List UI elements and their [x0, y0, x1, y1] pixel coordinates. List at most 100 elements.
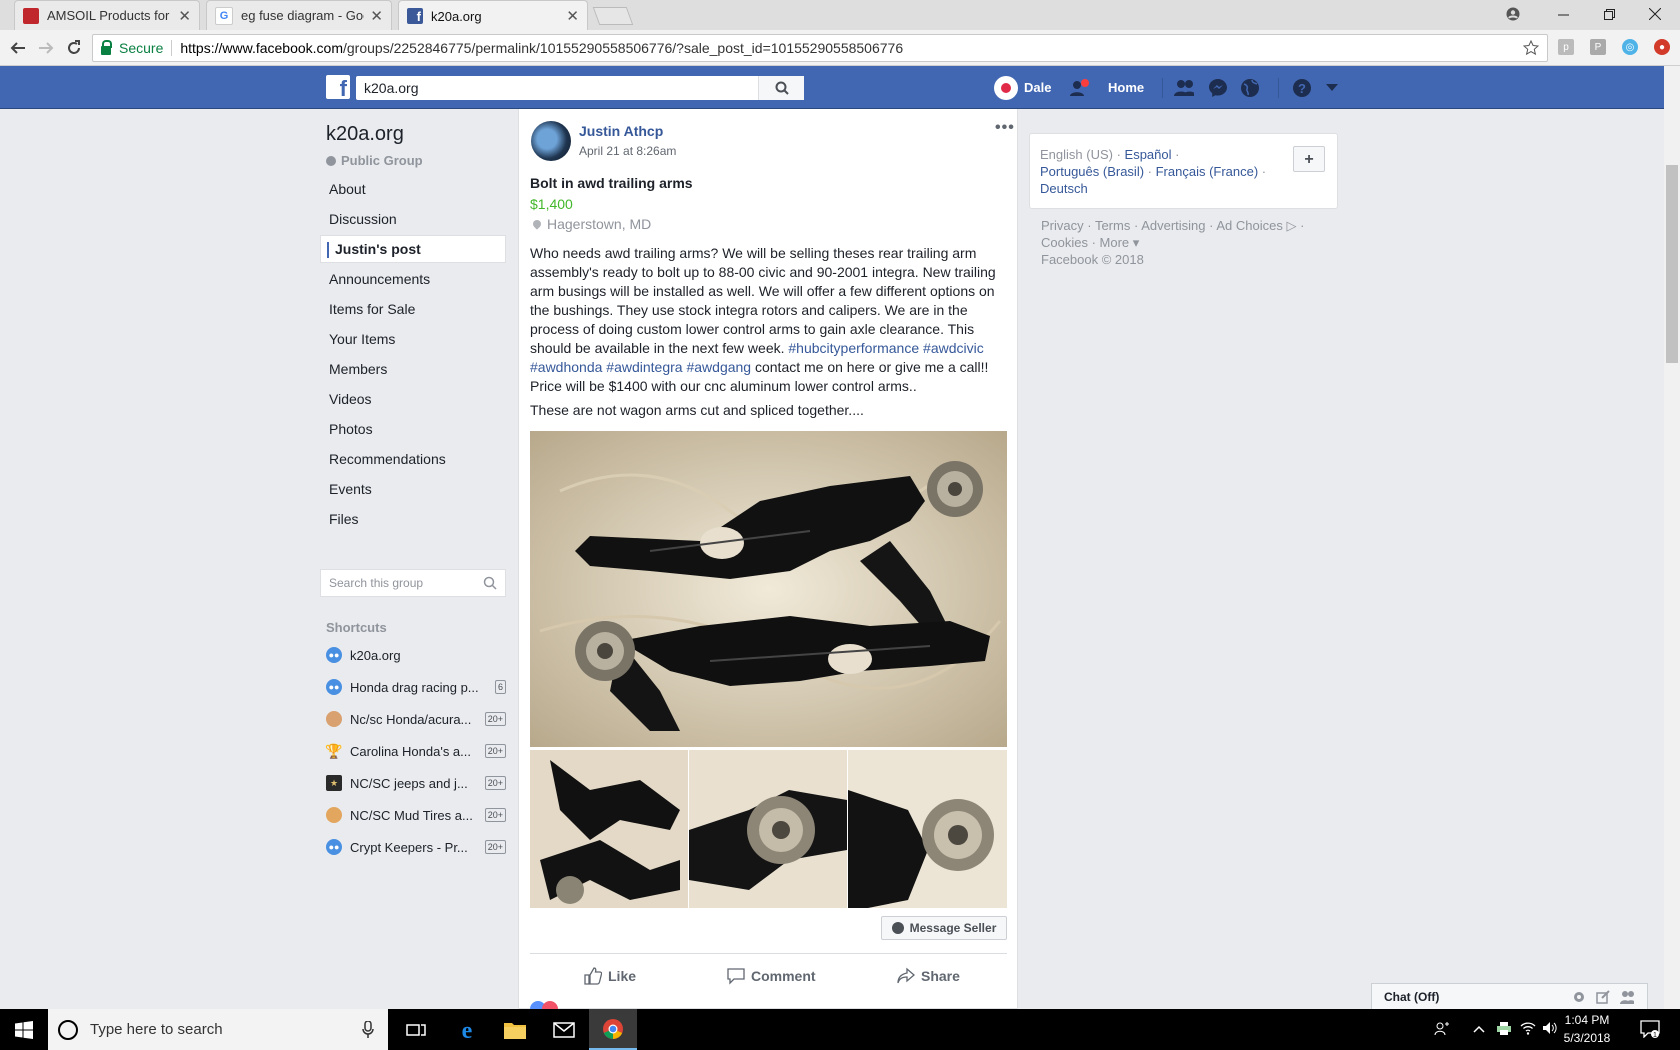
- tab-amsoil[interactable]: AMSOIL Products for the ✕: [14, 0, 200, 30]
- nav-item-items-for-sale[interactable]: Items for Sale: [320, 295, 506, 323]
- listing-photo-thumbnail[interactable]: [848, 750, 1007, 908]
- notifications-globe-icon[interactable]: [1240, 78, 1260, 98]
- chevron-up-icon[interactable]: [1473, 1021, 1485, 1036]
- listing-photo-thumbnail[interactable]: [689, 750, 847, 908]
- forward-icon[interactable]: [34, 36, 58, 60]
- back-icon[interactable]: [6, 36, 30, 60]
- more-options-icon[interactable]: •••: [995, 119, 1015, 137]
- mail-icon[interactable]: [540, 1009, 588, 1050]
- nav-item-recommendations[interactable]: Recommendations: [320, 445, 506, 473]
- group-chat-icon[interactable]: [1620, 990, 1634, 1004]
- nav-item-events[interactable]: Events: [320, 475, 506, 503]
- group-search-input[interactable]: Search this group: [320, 569, 506, 597]
- scrollbar-thumb[interactable]: [1666, 165, 1678, 363]
- shortcut-item[interactable]: ★ NC/SC jeeps and j... 20+: [326, 773, 506, 793]
- home-link[interactable]: Home: [1108, 66, 1144, 109]
- footer-link[interactable]: Advertising: [1141, 218, 1205, 233]
- reload-icon[interactable]: [62, 36, 86, 60]
- author-name[interactable]: Justin Athcp: [579, 123, 663, 139]
- taskbar-search-input[interactable]: Type here to search: [48, 1009, 388, 1050]
- close-tab-icon[interactable]: ✕: [566, 7, 579, 25]
- share-button[interactable]: Share: [897, 961, 960, 991]
- hashtag-link[interactable]: #awdcivic: [923, 340, 984, 356]
- comment-button[interactable]: Comment: [727, 961, 816, 991]
- system-clock[interactable]: 1:04 PM 5/3/2018: [1551, 1011, 1623, 1047]
- profile-link[interactable]: Dale: [994, 66, 1051, 109]
- facebook-search-input[interactable]: k20a.org: [356, 76, 804, 100]
- main-listing-photo[interactable]: [530, 431, 1007, 747]
- messenger-icon[interactable]: [1208, 78, 1228, 98]
- extension-pocket-icon[interactable]: P: [1590, 39, 1606, 55]
- profile-icon[interactable]: [1490, 0, 1536, 28]
- shortcut-item[interactable]: ●● Crypt Keepers - Pr... 20+: [326, 837, 506, 857]
- new-tab-button[interactable]: [592, 7, 634, 25]
- people-icon[interactable]: [1434, 1021, 1450, 1040]
- hashtag-link[interactable]: #hubcityperformance: [788, 340, 919, 356]
- shortcut-item[interactable]: NC/SC Mud Tires a... 20+: [326, 805, 506, 825]
- nav-item-discussion[interactable]: Discussion: [320, 205, 506, 233]
- footer-link[interactable]: Ad Choices: [1216, 218, 1282, 233]
- task-view-icon[interactable]: [392, 1009, 440, 1050]
- nav-item-videos[interactable]: Videos: [320, 385, 506, 413]
- nav-item-photos[interactable]: Photos: [320, 415, 506, 443]
- shortcut-item[interactable]: ●● Honda drag racing p... 6: [326, 677, 506, 697]
- compose-icon[interactable]: [1596, 990, 1610, 1004]
- listing-photo-thumbnail[interactable]: [530, 750, 688, 908]
- help-icon[interactable]: ?: [1292, 78, 1312, 98]
- author-avatar[interactable]: [531, 121, 571, 161]
- extension-blue-icon[interactable]: ◎: [1622, 39, 1638, 55]
- hashtag-link[interactable]: #awdhonda: [530, 359, 602, 375]
- language-link[interactable]: Español: [1125, 147, 1172, 162]
- nav-item-about[interactable]: About: [320, 175, 506, 203]
- shortcut-item[interactable]: Nc/sc Honda/acura... 20+: [326, 709, 506, 729]
- facebook-logo-icon[interactable]: f: [326, 75, 350, 100]
- edge-browser-icon[interactable]: e: [443, 1009, 491, 1050]
- footer-link[interactable]: Privacy: [1041, 218, 1084, 233]
- windows-start-icon[interactable]: [0, 1009, 48, 1050]
- language-link[interactable]: Français (France): [1156, 164, 1259, 179]
- friends-icon[interactable]: [1174, 78, 1194, 98]
- file-explorer-icon[interactable]: [491, 1009, 539, 1050]
- close-window-icon[interactable]: [1632, 0, 1678, 28]
- language-link[interactable]: Deutsch: [1040, 181, 1088, 196]
- close-tab-icon[interactable]: ✕: [178, 7, 191, 25]
- gear-icon[interactable]: [1572, 990, 1586, 1004]
- search-icon[interactable]: [483, 576, 497, 593]
- nav-item-announcements[interactable]: Announcements: [320, 265, 506, 293]
- tab-k20a[interactable]: f k20a.org ✕: [398, 0, 588, 31]
- nav-item-your-items[interactable]: Your Items: [320, 325, 506, 353]
- close-tab-icon[interactable]: ✕: [370, 7, 383, 25]
- shortcut-item[interactable]: 🏆 Carolina Honda's a... 20+: [325, 741, 506, 761]
- printer-icon[interactable]: [1496, 1021, 1512, 1038]
- tab-google[interactable]: G eg fuse diagram - Googl ✕: [206, 0, 392, 30]
- like-button[interactable]: Like: [584, 961, 636, 991]
- nav-item-files[interactable]: Files: [320, 505, 506, 533]
- chrome-icon[interactable]: [589, 1009, 637, 1050]
- hashtag-link[interactable]: #awdintegra: [606, 359, 682, 375]
- account-menu-chevron-down-icon[interactable]: [1322, 78, 1342, 98]
- address-bar[interactable]: Secure https://www.facebook.com/groups/2…: [92, 34, 1548, 62]
- friend-requests-icon[interactable]: [1070, 78, 1090, 98]
- footer-link[interactable]: Terms: [1095, 218, 1130, 233]
- more-languages-button[interactable]: +: [1293, 146, 1325, 172]
- hashtag-link[interactable]: #awdgang: [686, 359, 751, 375]
- group-name[interactable]: k20a.org: [326, 123, 404, 146]
- footer-link[interactable]: More: [1100, 235, 1130, 250]
- search-button[interactable]: [758, 76, 804, 100]
- notification-center-icon[interactable]: 1: [1640, 1020, 1660, 1041]
- restore-icon[interactable]: [1586, 0, 1632, 28]
- extension-red-icon[interactable]: ●: [1654, 39, 1670, 55]
- minimize-icon[interactable]: [1540, 0, 1586, 28]
- shortcut-item[interactable]: ●● k20a.org: [326, 645, 506, 665]
- extension-p-icon[interactable]: p: [1558, 39, 1574, 55]
- nav-item-members[interactable]: Members: [320, 355, 506, 383]
- bookmark-star-icon[interactable]: [1522, 39, 1540, 59]
- wifi-icon[interactable]: [1520, 1021, 1536, 1038]
- language-link[interactable]: Português (Brasil): [1040, 164, 1144, 179]
- chat-bar[interactable]: Chat (Off): [1371, 983, 1648, 1009]
- footer-link[interactable]: Cookies: [1041, 235, 1088, 250]
- message-seller-button[interactable]: Message Seller: [881, 916, 1007, 940]
- post-timestamp[interactable]: April 21 at 8:26am: [579, 144, 676, 158]
- microphone-icon[interactable]: [362, 1020, 374, 1042]
- nav-item-justins-post[interactable]: Justin's post: [320, 235, 506, 263]
